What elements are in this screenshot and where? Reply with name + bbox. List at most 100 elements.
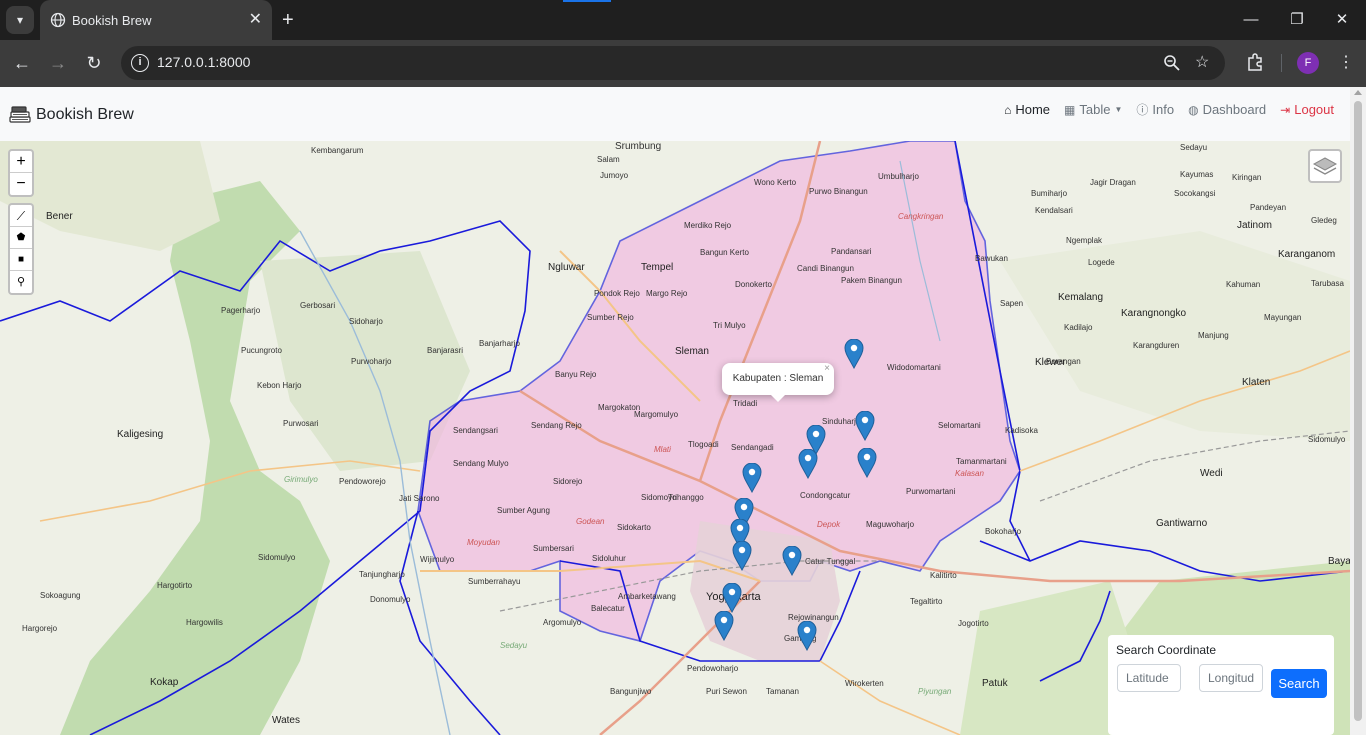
nav-home[interactable]: ⌂ Home (1004, 101, 1050, 118)
label-bayat: Baya (1328, 556, 1350, 567)
label-gerbosari: Gerbosari (300, 301, 336, 310)
url-text[interactable]: 127.0.0.1:8000 (157, 54, 250, 70)
label-balecatur: Balecatur (591, 604, 625, 613)
map-marker[interactable] (722, 583, 742, 613)
new-tab-button[interactable]: + (282, 8, 294, 32)
layers-control[interactable] (1308, 149, 1342, 183)
label-purwosari: Purwosari (283, 419, 319, 428)
label-pagerharjo: Pagerharjo (221, 306, 261, 315)
label-margomulyo: Margomulyo (634, 410, 679, 419)
info-circle-icon: ⓘ (1136, 103, 1149, 117)
label-sapen: Sapen (1000, 299, 1024, 308)
latitude-input[interactable] (1117, 664, 1181, 692)
label-maguwoharjo: Maguwoharjo (866, 520, 915, 529)
back-icon[interactable]: ← (10, 51, 34, 75)
restore-icon[interactable]: ❐ (1277, 8, 1317, 32)
minimize-icon[interactable]: — (1231, 8, 1271, 32)
more-menu-icon[interactable]: ⋮ (1338, 52, 1354, 74)
label-banguntoko: Bangun Kerto (700, 248, 749, 257)
label-tamanan: Tamanan (766, 687, 799, 696)
label-klaten: Klaten (1242, 377, 1271, 388)
map-marker[interactable] (782, 546, 802, 576)
label-sendangrejo: Sendang Rejo (531, 421, 582, 430)
zoom-icon[interactable] (1163, 54, 1181, 72)
label-sidomulyo-klaten: Sidomulyo (1308, 435, 1346, 444)
longitude-input[interactable] (1199, 664, 1263, 692)
map-marker[interactable] (844, 339, 864, 369)
nav-info-label: Info (1152, 102, 1175, 117)
label-hargotirto: Hargotirto (157, 581, 193, 590)
label-argomulyo: Argomulyo (543, 618, 582, 627)
map-marker[interactable] (798, 449, 818, 479)
map-marker[interactable] (855, 411, 875, 441)
nav-logout[interactable]: ⇥ Logout (1280, 101, 1334, 118)
search-panel-title: Search Coordinate (1116, 643, 1217, 657)
label-patuk: Patuk (982, 678, 1008, 689)
label-kendalsari: Kendalsari (1035, 206, 1073, 215)
brand[interactable]: Bookish Brew (8, 103, 134, 127)
address-bar[interactable]: i 127.0.0.1:8000 ☆ (121, 46, 1225, 80)
extensions-icon[interactable] (1245, 52, 1265, 72)
tab-close-icon[interactable]: ✕ (249, 10, 262, 30)
draw-marker-icon[interactable]: ⚲ (10, 271, 32, 293)
label-banjarasri: Banjarasri (427, 346, 464, 355)
label-purisewon: Puri Sewon (706, 687, 747, 696)
label-sokoagung: Sokoagung (40, 591, 81, 600)
label-kiringan: Kiringan (1232, 173, 1262, 182)
close-window-icon[interactable]: ✕ (1322, 8, 1362, 32)
draw-polygon-icon[interactable]: ⬟ (10, 227, 32, 249)
label-moyudan: Moyudan (467, 538, 500, 547)
farmland-area (1000, 231, 1350, 441)
draw-rectangle-icon[interactable]: ■ (10, 249, 32, 271)
forward-icon[interactable]: → (46, 51, 70, 75)
label-candibinangun: Candi Binangun (797, 264, 854, 273)
label-tanjungharjo: Tanjungharjo (359, 570, 405, 579)
label-pandansari: Pandansari (831, 247, 872, 256)
profile-avatar[interactable]: F (1297, 52, 1319, 74)
label-kayumas: Kayumas (1180, 170, 1214, 179)
nav-info[interactable]: ⓘ Info (1136, 101, 1174, 118)
label-sumberrejo: Sumber Rejo (587, 313, 634, 322)
zoom-in-button[interactable]: + (10, 151, 32, 173)
region-popup: Kabupaten : Sleman × (722, 363, 834, 402)
popup-text: Kabupaten : Sleman (732, 373, 824, 384)
tab-search-button[interactable]: ▾ (6, 6, 34, 34)
label-purwoharjo: Purwoharjo (351, 357, 392, 366)
scrollbar-thumb[interactable] (1354, 101, 1362, 721)
browser-tab[interactable]: Bookish Brew ✕ (40, 0, 272, 40)
map-marker[interactable] (714, 611, 734, 641)
tab-title: Bookish Brew (72, 13, 152, 28)
leaflet-map[interactable]: Srumbung Ngluwar Tempel Sleman Yogyakart… (0, 141, 1350, 735)
label-karangnongko: Karangnongko (1121, 308, 1187, 319)
zoom-out-button[interactable]: − (10, 173, 32, 195)
label-sumberrahayu: Sumberrahayu (468, 577, 521, 586)
reload-icon[interactable]: ↻ (82, 51, 106, 75)
road-southeast (819, 660, 961, 735)
map-marker[interactable] (857, 448, 877, 478)
map-marker[interactable] (732, 541, 752, 571)
label-sidoharjo: Sidoharjo (349, 317, 383, 326)
search-button[interactable]: Search (1271, 669, 1327, 698)
layers-icon (1312, 157, 1338, 175)
nav-table-dropdown[interactable]: ▦ Table ▼ (1064, 101, 1122, 118)
label-logede: Logede (1088, 258, 1115, 267)
scroll-up-arrow-icon[interactable] (1354, 90, 1362, 95)
label-bawukan: Bawukan (975, 254, 1008, 263)
nav-dashboard[interactable]: ◍ Dashboard (1188, 101, 1266, 118)
label-pakembinangun: Pakem Binangun (841, 276, 902, 285)
map-marker[interactable] (797, 621, 817, 651)
site-info-icon[interactable]: i (131, 54, 149, 72)
brand-text: Bookish Brew (36, 106, 134, 123)
draw-polyline-icon[interactable]: ⟋ (10, 205, 32, 227)
page-scrollbar[interactable] (1350, 87, 1366, 735)
label-tlogoadi: Tlogoadi (688, 440, 719, 449)
browser-toolbar: ← → ↻ i 127.0.0.1:8000 ☆ F ⋮ (0, 40, 1366, 87)
bookmark-star-icon[interactable]: ☆ (1195, 53, 1209, 73)
globe-dashboard-icon: ◍ (1188, 102, 1199, 117)
toolbar-divider (1281, 54, 1282, 72)
map-marker[interactable] (742, 463, 762, 493)
label-salam: Salam (597, 155, 620, 164)
label-kahuman: Kahuman (1226, 280, 1261, 289)
popup-close-icon[interactable]: × (824, 353, 830, 385)
browser-tab-bar: ▾ Bookish Brew ✕ + — ❐ ✕ (0, 0, 1366, 40)
